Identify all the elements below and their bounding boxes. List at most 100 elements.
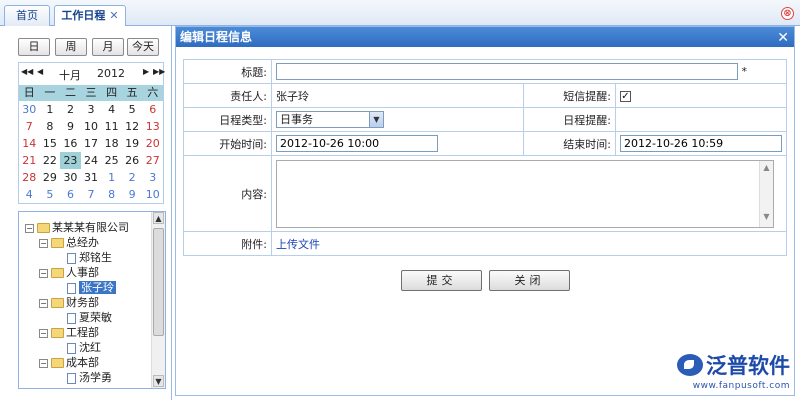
end-time-input[interactable] xyxy=(620,135,782,152)
tree-dept[interactable]: − 财务部 xyxy=(39,295,99,310)
collapse-icon[interactable]: − xyxy=(25,223,34,233)
tree-person[interactable]: 张子玲 xyxy=(67,280,116,295)
watermark-name: 泛普软件 xyxy=(706,354,790,378)
prev-month-icon[interactable]: ◀ xyxy=(37,67,43,76)
collapse-icon[interactable]: − xyxy=(39,328,48,338)
calendar-day[interactable]: 24 xyxy=(81,152,102,169)
tree-scrollbar[interactable]: ▲ ▼ xyxy=(151,212,165,388)
tab-schedule[interactable]: 工作日程 ✕ xyxy=(54,5,126,27)
dept-label: 人事部 xyxy=(66,266,99,279)
upload-file-link[interactable]: 上传文件 xyxy=(276,238,320,251)
scroll-down-icon[interactable]: ▼ xyxy=(153,375,164,387)
tree-root[interactable]: − 某某某有限公司 xyxy=(25,220,129,235)
tree-person[interactable]: 汤学勇 xyxy=(67,370,112,385)
calendar-day[interactable]: 5 xyxy=(40,186,61,203)
weekday-header: 日一二三四五六 xyxy=(19,85,163,101)
calendar-day[interactable]: 1 xyxy=(101,169,122,186)
owner-label: 责任人: xyxy=(183,83,272,108)
day-view-button[interactable]: 日 xyxy=(18,38,50,56)
owner-value: 张子玲 xyxy=(271,83,524,108)
calendar-day[interactable]: 31 xyxy=(81,169,102,186)
calendar-day[interactable]: 9 xyxy=(60,118,81,135)
calendar-day[interactable]: 20 xyxy=(142,135,163,152)
calendar-day[interactable]: 6 xyxy=(60,186,81,203)
close-button[interactable]: 关闭 xyxy=(489,270,570,291)
month-view-button[interactable]: 月 xyxy=(92,38,124,56)
week-view-button[interactable]: 周 xyxy=(55,38,87,56)
calendar-week: 7 8 9 10 11 12 13 xyxy=(19,118,163,135)
calendar-day[interactable]: 7 xyxy=(19,118,40,135)
tree-person[interactable]: 夏荣敏 xyxy=(67,310,112,325)
calendar-day[interactable]: 9 xyxy=(122,186,143,203)
collapse-icon[interactable]: − xyxy=(39,298,48,308)
calendar-day[interactable]: 19 xyxy=(122,135,143,152)
tab-close-icon[interactable]: ✕ xyxy=(109,6,118,25)
calendar-day[interactable]: 22 xyxy=(40,152,61,169)
tree-person[interactable]: 沈红 xyxy=(67,340,101,355)
calendar-week: 14 15 16 17 18 19 20 xyxy=(19,135,163,152)
calendar-day[interactable]: 21 xyxy=(19,152,40,169)
calendar-day[interactable]: 14 xyxy=(19,135,40,152)
calendar-day[interactable]: 13 xyxy=(142,118,163,135)
type-select[interactable]: 日事务 ▼ xyxy=(276,111,384,128)
collapse-icon[interactable]: − xyxy=(39,268,48,278)
tree-dept[interactable]: − 人事部 xyxy=(39,265,99,280)
calendar-day[interactable]: 18 xyxy=(101,135,122,152)
calendar-day[interactable]: 29 xyxy=(40,169,61,186)
next-year-icon[interactable]: ▶▶ xyxy=(153,67,165,76)
scroll-up-icon[interactable]: ▲ xyxy=(153,212,164,224)
calendar-day[interactable]: 5 xyxy=(122,101,143,118)
calendar-day[interactable]: 27 xyxy=(142,152,163,169)
calendar-day[interactable]: 16 xyxy=(60,135,81,152)
calendar-day[interactable]: 17 xyxy=(81,135,102,152)
calendar-day[interactable]: 23 xyxy=(60,152,81,169)
calendar-day[interactable]: 4 xyxy=(101,101,122,118)
calendar-day[interactable]: 3 xyxy=(142,169,163,186)
calendar-day[interactable]: 28 xyxy=(19,169,40,186)
tree-dept[interactable]: − 工程部 xyxy=(39,325,99,340)
scroll-thumb[interactable] xyxy=(153,228,164,336)
calendar-day[interactable]: 12 xyxy=(122,118,143,135)
tree-person[interactable]: 郑铭生 xyxy=(67,250,112,265)
calendar-day[interactable]: 6 xyxy=(142,101,163,118)
chevron-down-icon[interactable]: ▼ xyxy=(369,112,383,127)
calendar-day[interactable]: 25 xyxy=(101,152,122,169)
tab-home[interactable]: 首页 xyxy=(4,5,50,26)
sms-checkbox[interactable]: ✓ xyxy=(620,90,631,102)
start-time-input[interactable] xyxy=(276,135,438,152)
prev-year-icon[interactable]: ◀◀ xyxy=(21,67,33,76)
calendar-day[interactable]: 2 xyxy=(122,169,143,186)
calendar-day[interactable]: 8 xyxy=(101,186,122,203)
calendar-week: 4 5 6 7 8 9 10 xyxy=(19,186,163,203)
today-button[interactable]: 今天 xyxy=(127,38,159,56)
calendar-day[interactable]: 10 xyxy=(81,118,102,135)
calendar-day[interactable]: 3 xyxy=(81,101,102,118)
calendar-day[interactable]: 1 xyxy=(40,101,61,118)
calendar-day[interactable]: 11 xyxy=(101,118,122,135)
dialog-close-icon[interactable]: ✕ xyxy=(777,28,789,48)
mini-calendar: ◀◀ ◀ 十月 2012 ▶ ▶▶ 日一二三四五六 30 1 2 3 4 5 6 7 8 9 10 1… xyxy=(18,62,165,204)
calendar-day[interactable]: 26 xyxy=(122,152,143,169)
calendar-day[interactable]: 30 xyxy=(19,101,40,118)
calendar-day[interactable]: 8 xyxy=(40,118,61,135)
tree-dept[interactable]: − 成本部 xyxy=(39,355,99,370)
window-close-icon[interactable]: ⊗ xyxy=(781,7,794,20)
dialog-title: 编辑日程信息 xyxy=(180,30,253,44)
calendar-day[interactable]: 4 xyxy=(19,186,40,203)
next-month-icon[interactable]: ▶ xyxy=(143,67,149,76)
textarea-scrollbar[interactable]: ▲ ▼ xyxy=(759,160,773,227)
calendar-day[interactable]: 30 xyxy=(60,169,81,186)
calendar-day[interactable]: 7 xyxy=(81,186,102,203)
content-textarea[interactable]: ▲ ▼ xyxy=(276,159,774,228)
submit-button[interactable]: 提交 xyxy=(401,270,482,291)
calendar-day[interactable]: 15 xyxy=(40,135,61,152)
collapse-icon[interactable]: − xyxy=(39,358,48,368)
dept-label: 财务部 xyxy=(66,296,99,309)
calendar-day[interactable]: 10 xyxy=(142,186,163,203)
tree-dept[interactable]: − 总经办 xyxy=(39,235,99,250)
title-input[interactable] xyxy=(276,63,738,80)
calendar-day[interactable]: 2 xyxy=(60,101,81,118)
weekday-label: 六 xyxy=(147,86,159,99)
collapse-icon[interactable]: − xyxy=(39,238,48,248)
calendar-header: ◀◀ ◀ 十月 2012 ▶ ▶▶ xyxy=(19,63,165,85)
